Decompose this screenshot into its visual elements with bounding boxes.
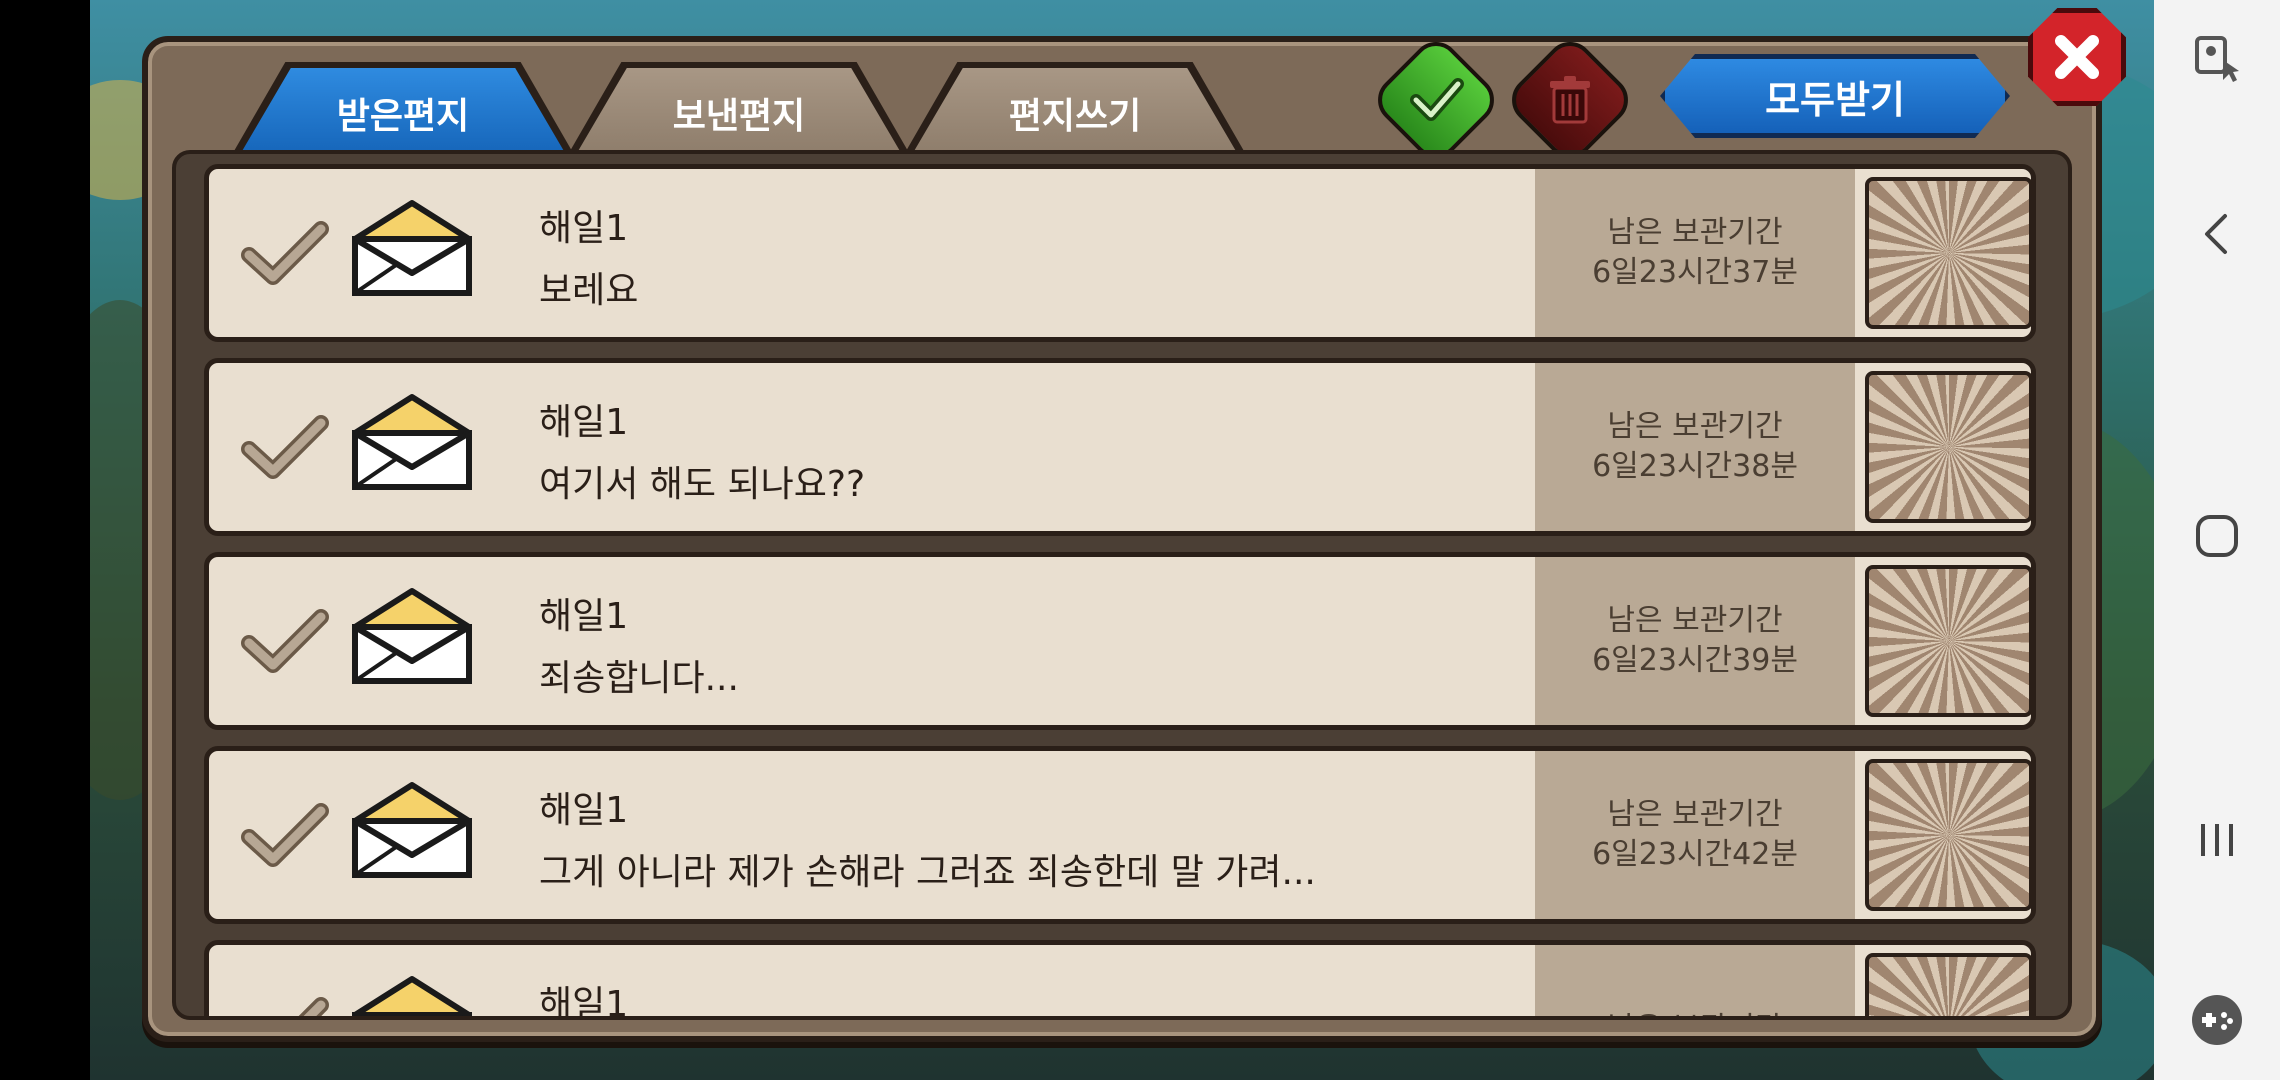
expire-value: 6일23시간38분 <box>1592 449 1798 484</box>
mail-row[interactable]: 해일1 보레요 남은 보관기간 6일23시간37분 <box>204 164 2036 342</box>
mail-attachment-slot[interactable] <box>1865 759 2031 911</box>
mailbox-dialog: 받은편지 보낸편지 편지쓰기 모두받기 해일1 보레요 남은 보관기간 6일23… <box>142 8 2126 1042</box>
back-button[interactable] <box>2154 184 2280 284</box>
expire-value: 6일23시간39분 <box>1592 643 1798 678</box>
screen-pin-button[interactable] <box>2154 10 2280 110</box>
close-x-icon <box>2055 35 2099 79</box>
home-icon <box>2196 515 2238 557</box>
envelope-icon <box>352 588 472 684</box>
receive-all-label: 모두받기 <box>1765 77 1905 122</box>
tab-sent-label: 보낸편지 <box>672 96 806 137</box>
expire-label: 남은 보관기간 <box>1607 603 1783 638</box>
mail-attachment-slot[interactable] <box>1865 953 2031 1016</box>
system-nav-bar <box>2154 0 2280 1080</box>
game-tools-button[interactable] <box>2154 970 2280 1070</box>
select-all-button[interactable] <box>1368 32 1504 168</box>
expire-label: 남은 보관기간 <box>1607 409 1783 444</box>
delete-button[interactable] <box>1502 32 1638 168</box>
mail-subject: 보레요 <box>539 270 639 311</box>
mail-expire-box: 남은 보관기간 <box>1535 945 1855 1016</box>
home-button[interactable] <box>2154 486 2280 586</box>
expire-label: 남은 보관기간 <box>1607 1009 1782 1016</box>
mail-sender: 해일1 <box>539 984 629 1020</box>
expire-label: 남은 보관기간 <box>1607 215 1783 250</box>
screen: 받은편지 보낸편지 편지쓰기 모두받기 해일1 보레요 남은 보관기간 6일23… <box>0 0 2280 1080</box>
mail-attachment-slot[interactable] <box>1865 565 2031 717</box>
mail-select-check-icon[interactable] <box>239 995 329 1020</box>
green-check-icon <box>1410 78 1464 121</box>
mail-select-check-icon[interactable] <box>239 801 329 871</box>
tab-write[interactable]: 편지쓰기 <box>910 68 1240 158</box>
mail-select-check-icon[interactable] <box>239 607 329 677</box>
screen-pin-icon <box>2195 36 2239 82</box>
tab-write-label: 편지쓰기 <box>1008 96 1142 137</box>
recents-button[interactable] <box>2154 790 2280 890</box>
mail-expire-box: 남은 보관기간 6일23시간37분 <box>1535 169 1855 337</box>
mail-row[interactable]: 해일1 여기서 해도 되나요?? 남은 보관기간 6일23시간38분 <box>204 358 2036 536</box>
trash-icon <box>1550 76 1590 124</box>
mail-sender: 해일1 <box>539 208 629 249</box>
game-tools-icon <box>2192 995 2242 1045</box>
expire-value: 6일23시간37분 <box>1592 255 1798 290</box>
mail-attachment-slot[interactable] <box>1865 371 2031 523</box>
mail-row[interactable]: 해일1 죄송합니다... 남은 보관기간 6일23시간39분 <box>204 552 2036 730</box>
expire-value: 6일23시간42분 <box>1592 837 1798 872</box>
mail-subject: 여기서 해도 되나요?? <box>539 464 866 505</box>
envelope-icon <box>352 782 472 878</box>
mail-expire-box: 남은 보관기간 6일23시간42분 <box>1535 751 1855 919</box>
envelope-icon <box>352 394 472 490</box>
mail-row[interactable]: 해일1 그게 아니라 제가 손해라 그러죠 죄송한데 말 가려... 남은 보관… <box>204 746 2036 924</box>
tab-received[interactable]: 받은편지 <box>238 68 568 158</box>
receive-all-button[interactable]: 모두받기 <box>1660 54 2010 138</box>
mail-row[interactable]: 해일1 남은 보관기간 <box>204 940 2036 1020</box>
recents-icon <box>2201 824 2233 856</box>
back-icon <box>2205 214 2227 254</box>
mail-subject: 죄송합니다... <box>539 658 739 699</box>
mail-sender: 해일1 <box>539 402 629 443</box>
tab-received-label: 받은편지 <box>336 96 470 137</box>
mail-sender: 해일1 <box>539 596 629 637</box>
mail-expire-box: 남은 보관기간 6일23시간38분 <box>1535 363 1855 531</box>
envelope-icon <box>352 976 472 1016</box>
tab-sent[interactable]: 보낸편지 <box>574 68 904 158</box>
mail-sender: 해일1 <box>539 790 629 831</box>
mail-subject: 그게 아니라 제가 손해라 그러죠 죄송한데 말 가려... <box>539 852 1316 893</box>
mail-select-check-icon[interactable] <box>239 219 329 289</box>
mail-list: 해일1 보레요 남은 보관기간 6일23시간37분 해일1 여기서 해도 되나요… <box>172 150 2072 1020</box>
expire-label: 남은 보관기간 <box>1607 797 1783 832</box>
mail-attachment-slot[interactable] <box>1865 177 2031 329</box>
envelope-icon <box>352 200 472 296</box>
mail-expire-box: 남은 보관기간 6일23시간39분 <box>1535 557 1855 725</box>
mail-select-check-icon[interactable] <box>239 413 329 483</box>
